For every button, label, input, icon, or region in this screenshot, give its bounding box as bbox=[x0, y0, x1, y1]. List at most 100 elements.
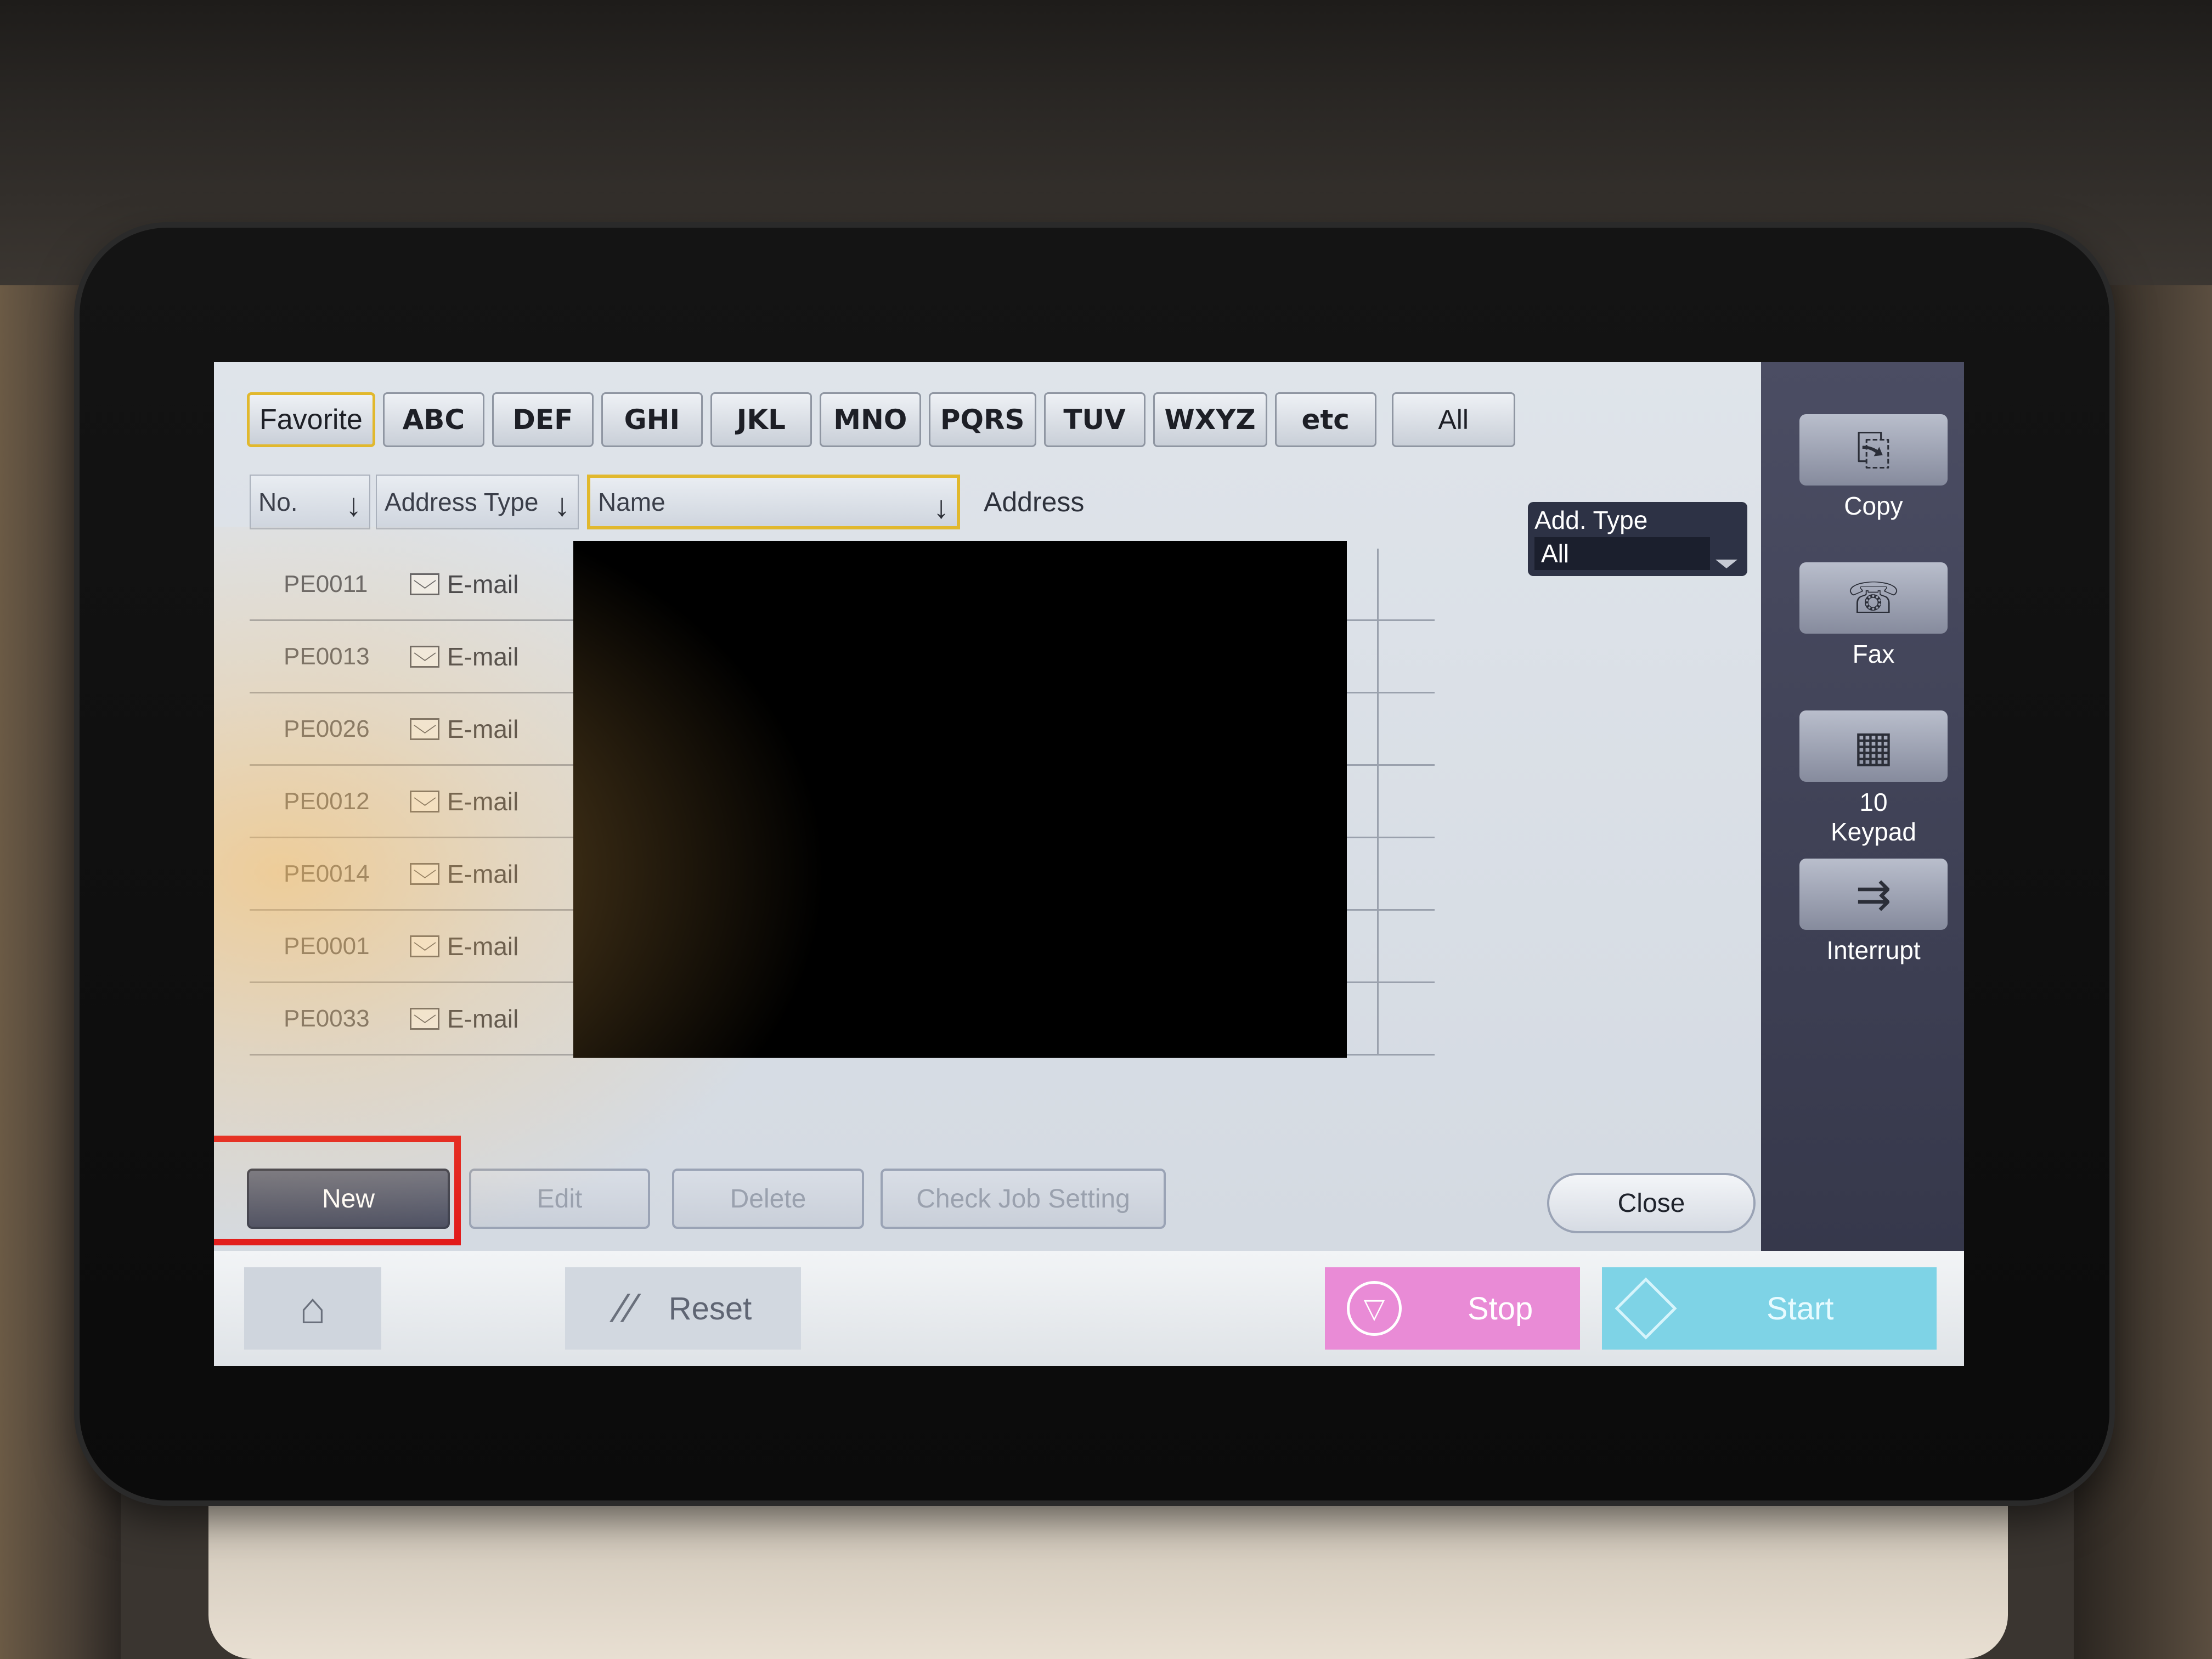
keypad-icon: ▦ bbox=[1799, 710, 1948, 782]
sort-arrow-icon: ↓ bbox=[554, 487, 570, 523]
start-icon bbox=[1615, 1277, 1677, 1340]
start-button[interactable]: Start bbox=[1602, 1267, 1937, 1350]
list-item[interactable]: PE0014 E-mail bbox=[250, 831, 1435, 913]
redacted-block bbox=[573, 613, 1347, 696]
entry-type-label: E-mail bbox=[447, 932, 519, 961]
tab-ghi[interactable]: GHI bbox=[601, 392, 703, 447]
edit-button[interactable]: Edit bbox=[469, 1169, 650, 1229]
tab-all[interactable]: All bbox=[1391, 392, 1515, 447]
entry-number: PE0012 bbox=[284, 787, 370, 815]
tab-mno[interactable]: MNO bbox=[819, 392, 921, 447]
fax-button[interactable]: ☏ Fax bbox=[1799, 562, 1948, 669]
chevron-down-icon bbox=[1716, 560, 1737, 568]
entry-type: E-mail bbox=[410, 859, 518, 889]
entry-type-label: E-mail bbox=[447, 569, 519, 599]
sort-arrow-icon: ↓ bbox=[346, 487, 362, 523]
tab-pqrs[interactable]: PQRS bbox=[928, 392, 1036, 447]
redacted-block bbox=[573, 541, 1347, 623]
address-book-panel: Favorite ABC DEF GHI JKL MNO PQRS TUV WX… bbox=[214, 362, 1761, 1295]
function-panel: ⎘ Copy ☏ Fax ▦ 10 Keypad ⇉ Interrupt bbox=[1761, 362, 1964, 1251]
reset-icon: // bbox=[606, 1287, 644, 1330]
list-item[interactable]: PE0012 E-mail bbox=[250, 758, 1435, 840]
sort-by-address-type[interactable]: Address Type ↓ bbox=[376, 475, 579, 529]
close-button[interactable]: Close bbox=[1547, 1173, 1756, 1233]
tab-jkl[interactable]: JKL bbox=[710, 392, 812, 447]
row-end-cell bbox=[1377, 621, 1439, 692]
entry-type-label: E-mail bbox=[447, 1004, 519, 1033]
list-item[interactable]: PE0033 E-mail bbox=[250, 975, 1435, 1058]
copy-label: Copy bbox=[1844, 492, 1903, 520]
row-end-cell bbox=[1377, 983, 1439, 1054]
entry-number: PE0033 bbox=[284, 1005, 370, 1032]
interrupt-label: Interrupt bbox=[1826, 936, 1921, 964]
interrupt-icon: ⇉ bbox=[1799, 859, 1948, 930]
fax-label: Fax bbox=[1852, 640, 1895, 668]
tab-abc[interactable]: ABC bbox=[382, 392, 484, 447]
stop-button[interactable]: ▽ Stop bbox=[1325, 1267, 1580, 1350]
row-end-cell bbox=[1377, 549, 1439, 619]
tab-favorite[interactable]: Favorite bbox=[247, 392, 375, 447]
column-no-label: No. bbox=[258, 488, 298, 516]
sort-arrow-icon: ↓ bbox=[933, 489, 949, 525]
email-icon bbox=[410, 790, 439, 812]
email-icon bbox=[410, 573, 439, 595]
tab-wxyz[interactable]: WXYZ bbox=[1153, 392, 1267, 447]
sort-by-number[interactable]: No. ↓ bbox=[250, 475, 370, 529]
entry-type: E-mail bbox=[410, 569, 518, 599]
entry-type-label: E-mail bbox=[447, 714, 519, 743]
tab-etc[interactable]: etc bbox=[1274, 392, 1376, 447]
column-name-label: Name bbox=[598, 488, 665, 516]
stop-label: Stop bbox=[1468, 1290, 1533, 1327]
fax-icon: ☏ bbox=[1799, 562, 1948, 634]
column-address-type-label: Address Type bbox=[385, 488, 539, 516]
tab-tuv[interactable]: TUV bbox=[1043, 392, 1146, 447]
list-item[interactable]: PE0011 E-mail bbox=[250, 541, 1435, 623]
bottom-bar: ⌂ // Reset ▽ Stop Start bbox=[214, 1251, 1964, 1366]
row-end-cell bbox=[1377, 911, 1439, 981]
email-icon bbox=[410, 935, 439, 957]
redacted-block bbox=[573, 686, 1347, 768]
redacted-block bbox=[573, 975, 1347, 1058]
redacted-block bbox=[573, 758, 1347, 840]
tab-def[interactable]: DEF bbox=[492, 392, 594, 447]
copy-button[interactable]: ⎘ Copy bbox=[1799, 414, 1948, 521]
row-end-cell bbox=[1377, 766, 1439, 837]
sort-by-name[interactable]: Name ↓ bbox=[587, 475, 960, 529]
delete-button[interactable]: Delete bbox=[672, 1169, 864, 1229]
device-base bbox=[208, 1503, 2008, 1659]
list-item[interactable]: PE0013 E-mail bbox=[250, 613, 1435, 696]
column-address-label: Address bbox=[984, 487, 1085, 517]
entry-type: E-mail bbox=[410, 1004, 518, 1034]
interrupt-button[interactable]: ⇉ Interrupt bbox=[1799, 859, 1948, 965]
keypad-button[interactable]: ▦ 10 Keypad bbox=[1799, 710, 1948, 847]
home-button[interactable]: ⌂ bbox=[244, 1267, 381, 1350]
email-icon bbox=[410, 1007, 439, 1030]
add-type-value: All bbox=[1534, 537, 1710, 570]
home-icon: ⌂ bbox=[299, 1284, 326, 1333]
touch-screen: Favorite ABC DEF GHI JKL MNO PQRS TUV WX… bbox=[214, 362, 1964, 1366]
reset-button[interactable]: // Reset bbox=[565, 1267, 801, 1350]
entry-type: E-mail bbox=[410, 787, 518, 816]
entry-number: PE0014 bbox=[284, 860, 370, 887]
entry-type-label: E-mail bbox=[447, 642, 519, 671]
add-type-dropdown[interactable]: Add. Type All bbox=[1528, 502, 1747, 576]
highlight-box bbox=[214, 1136, 461, 1245]
entry-number: PE0001 bbox=[284, 932, 370, 960]
row-end-cell bbox=[1377, 838, 1439, 909]
check-job-setting-button[interactable]: Check Job Setting bbox=[881, 1169, 1166, 1229]
entry-type: E-mail bbox=[410, 932, 518, 961]
column-address-header: Address bbox=[968, 475, 1429, 529]
list-item[interactable]: PE0001 E-mail bbox=[250, 903, 1435, 985]
entry-type-label: E-mail bbox=[447, 859, 519, 888]
index-tabs: Favorite ABC DEF GHI JKL MNO PQRS TUV WX… bbox=[247, 392, 1515, 447]
list-item[interactable]: PE0026 E-mail bbox=[250, 686, 1435, 768]
email-icon bbox=[410, 718, 439, 740]
start-label: Start bbox=[1767, 1290, 1834, 1327]
stop-icon: ▽ bbox=[1347, 1281, 1402, 1336]
add-type-label: Add. Type bbox=[1534, 506, 1648, 534]
reset-label: Reset bbox=[668, 1290, 752, 1327]
entry-type: E-mail bbox=[410, 714, 518, 744]
address-list: PE0011 E-mail PE0013 E-mail PE0026 E-mai… bbox=[250, 541, 1435, 1058]
entry-type: E-mail bbox=[410, 642, 518, 672]
copy-icon: ⎘ bbox=[1799, 414, 1948, 486]
